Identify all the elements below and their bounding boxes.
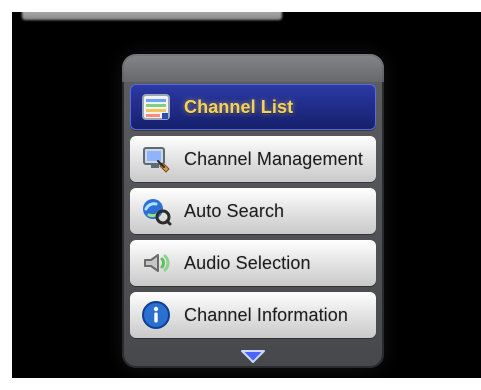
- menu-item-channel-information[interactable]: Channel Information: [130, 292, 376, 338]
- menu-header: [122, 54, 384, 82]
- menu-item-label: Channel Information: [184, 304, 348, 325]
- channel-list-icon: [140, 91, 172, 123]
- top-blurred-banner: [22, 12, 282, 20]
- menu-item-audio-selection[interactable]: Audio Selection: [130, 240, 376, 286]
- menu-item-channel-list[interactable]: Channel List: [130, 84, 376, 130]
- menu-item-label: Auto Search: [184, 200, 285, 221]
- menu-items: Channel List Channel Management Auto Sea…: [130, 84, 376, 344]
- audio-selection-icon: [140, 247, 172, 279]
- menu-item-channel-management[interactable]: Channel Management: [130, 136, 376, 182]
- menu-item-label: Channel List: [184, 96, 294, 117]
- down-arrow-icon: [241, 350, 265, 363]
- auto-search-icon: [140, 195, 172, 227]
- channel-information-icon: [140, 299, 172, 331]
- tv-screen: Channel List Channel Management Auto Sea…: [12, 12, 481, 378]
- scroll-down-indicator: [238, 348, 268, 364]
- channel-management-icon: [140, 143, 172, 175]
- menu-item-label: Audio Selection: [184, 252, 311, 273]
- menu-item-label: Channel Management: [184, 148, 363, 169]
- menu-panel: Channel List Channel Management Auto Sea…: [122, 54, 384, 368]
- menu-item-auto-search[interactable]: Auto Search: [130, 188, 376, 234]
